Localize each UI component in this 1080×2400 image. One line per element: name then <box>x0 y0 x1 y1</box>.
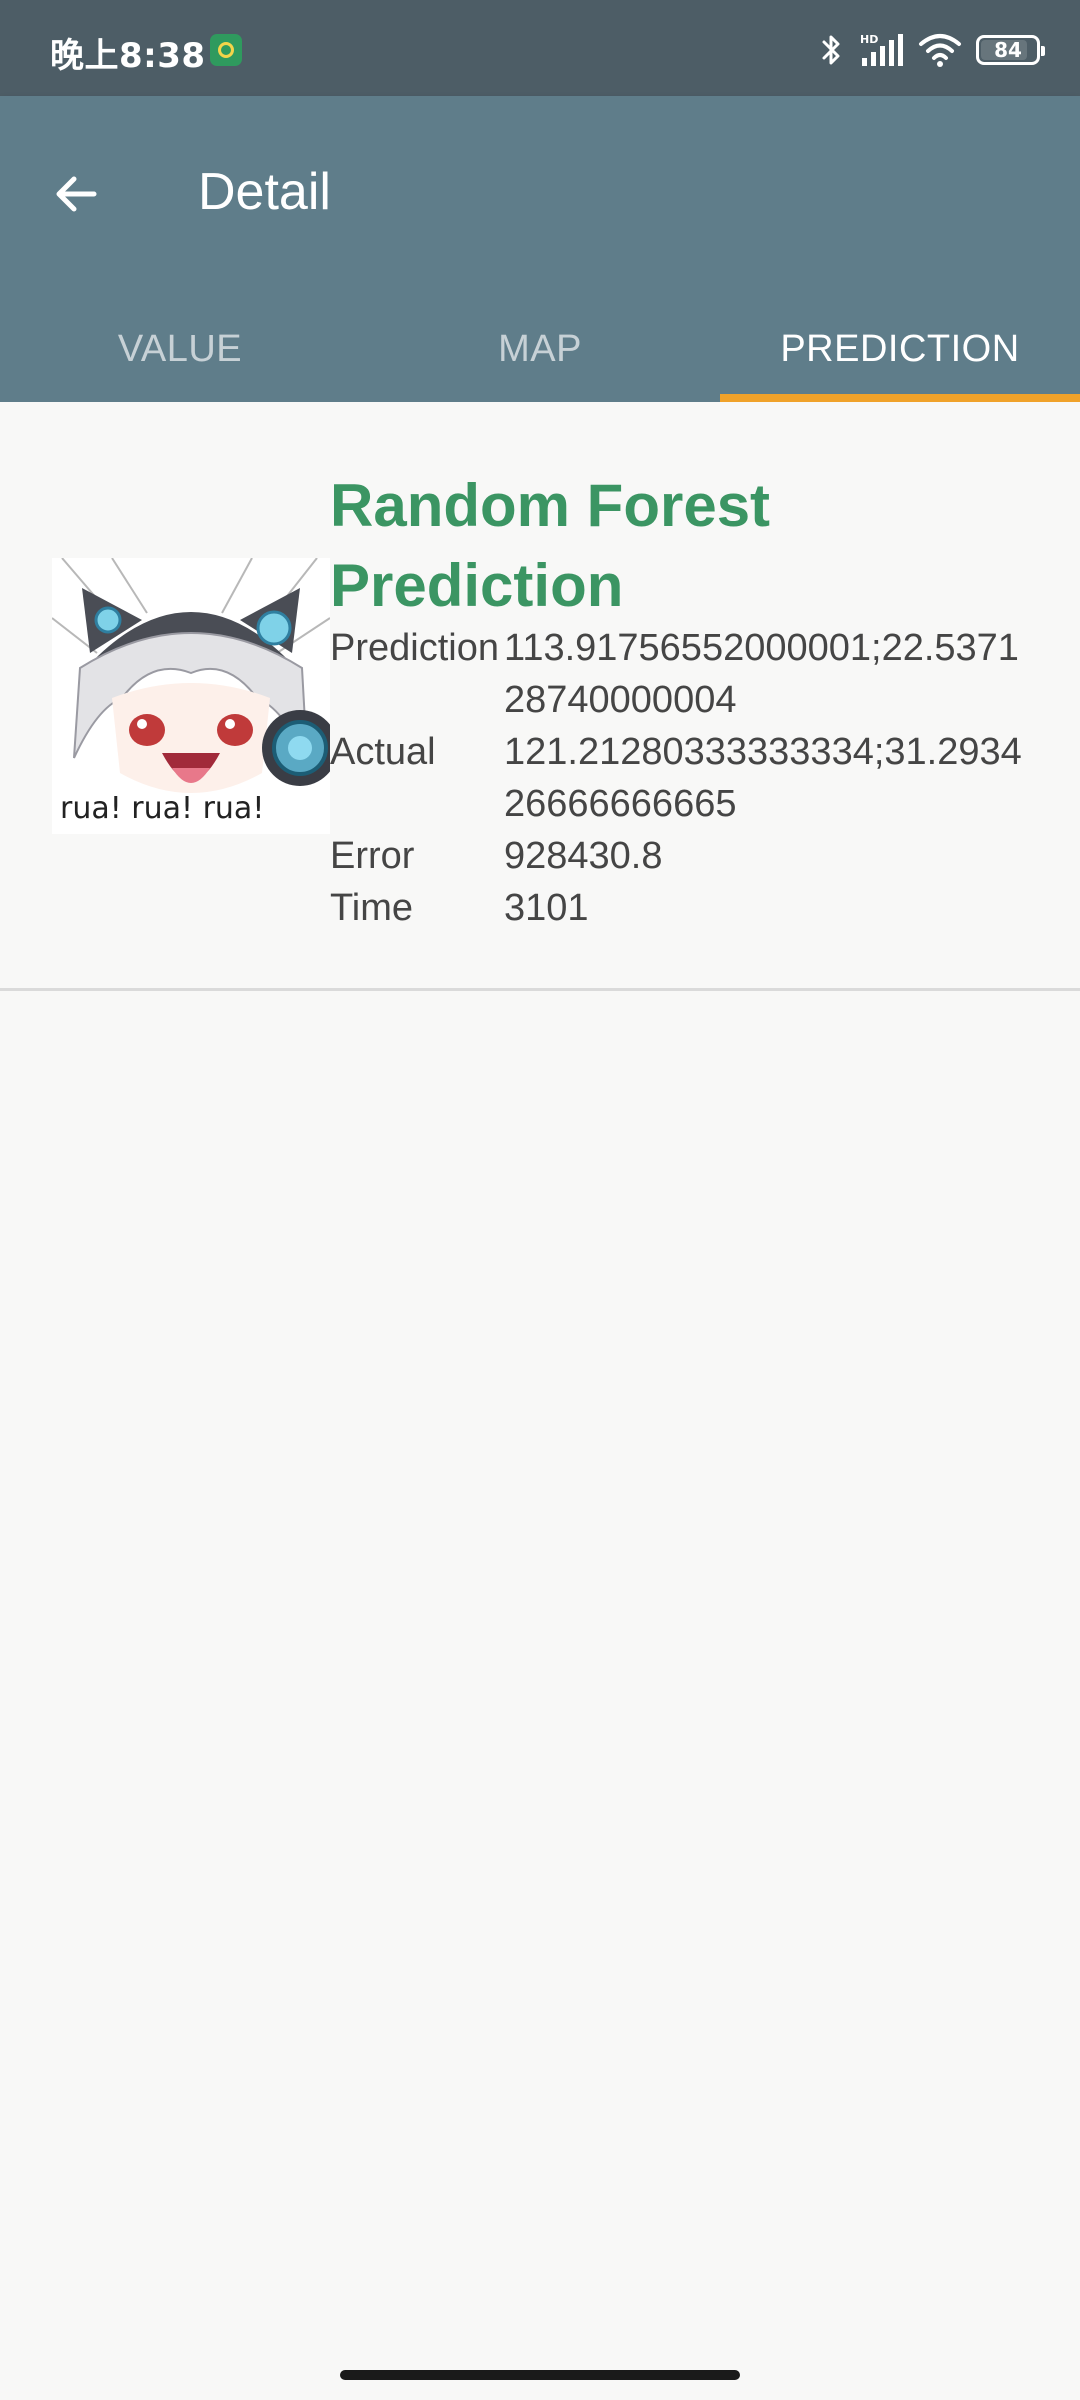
status-time: 晚上8:38 <box>50 36 206 76</box>
model-thumbnail: rua! rua! rua! <box>52 558 330 834</box>
detail-row-actual: Actual 121.21280333333334;31.29342666666… <box>330 726 1050 830</box>
actual-label: Actual <box>330 731 436 773</box>
arrow-left-icon <box>56 176 97 212</box>
thumbnail-caption: rua! rua! rua! <box>60 791 265 826</box>
hd-signal-icon: HD <box>860 33 903 66</box>
tab-map[interactable]: MAP <box>360 296 720 402</box>
prediction-value: 113.91756552000001;22.537128740000004 <box>504 627 1019 721</box>
page-title: Detail <box>198 163 331 221</box>
wifi-icon <box>919 34 961 67</box>
tab-bar: VALUE MAP PREDICTION <box>0 296 1080 402</box>
home-indicator[interactable] <box>340 2370 740 2380</box>
bluetooth-icon <box>822 35 840 65</box>
error-value: 928430.8 <box>504 835 663 877</box>
time-value: 3101 <box>504 887 589 929</box>
error-label: Error <box>330 835 415 877</box>
app-notification-icon <box>210 34 242 66</box>
tab-prediction[interactable]: PREDICTION <box>720 296 1080 402</box>
prediction-card[interactable]: rua! rua! rua! Random Forest Prediction … <box>0 402 1080 991</box>
status-bar: 晚上8:38 HD 84 <box>0 0 1080 96</box>
card-title: Random Forest Prediction <box>330 472 771 619</box>
tab-indicator <box>720 394 1080 402</box>
detail-row-error: Error 928430.8 <box>330 830 1050 882</box>
detail-row-time: Time 3101 <box>330 882 1050 934</box>
tab-value[interactable]: VALUE <box>0 296 360 402</box>
svg-text:HD: HD <box>860 33 878 46</box>
time-label: Time <box>330 887 414 929</box>
battery-icon: 84 <box>976 35 1045 65</box>
app-bar: Detail VALUE MAP PREDICTION <box>0 96 1080 402</box>
status-icons: HD 84 <box>820 28 1045 72</box>
battery-level: 84 <box>994 38 1022 62</box>
back-button[interactable] <box>36 154 116 234</box>
prediction-details: Prediction 113.91756552000001;22.5371287… <box>330 622 1050 934</box>
actual-value: 121.21280333333334;31.293426666666665 <box>504 731 1022 825</box>
detail-row-prediction: Prediction 113.91756552000001;22.5371287… <box>330 622 1050 726</box>
prediction-label: Prediction <box>330 627 499 669</box>
